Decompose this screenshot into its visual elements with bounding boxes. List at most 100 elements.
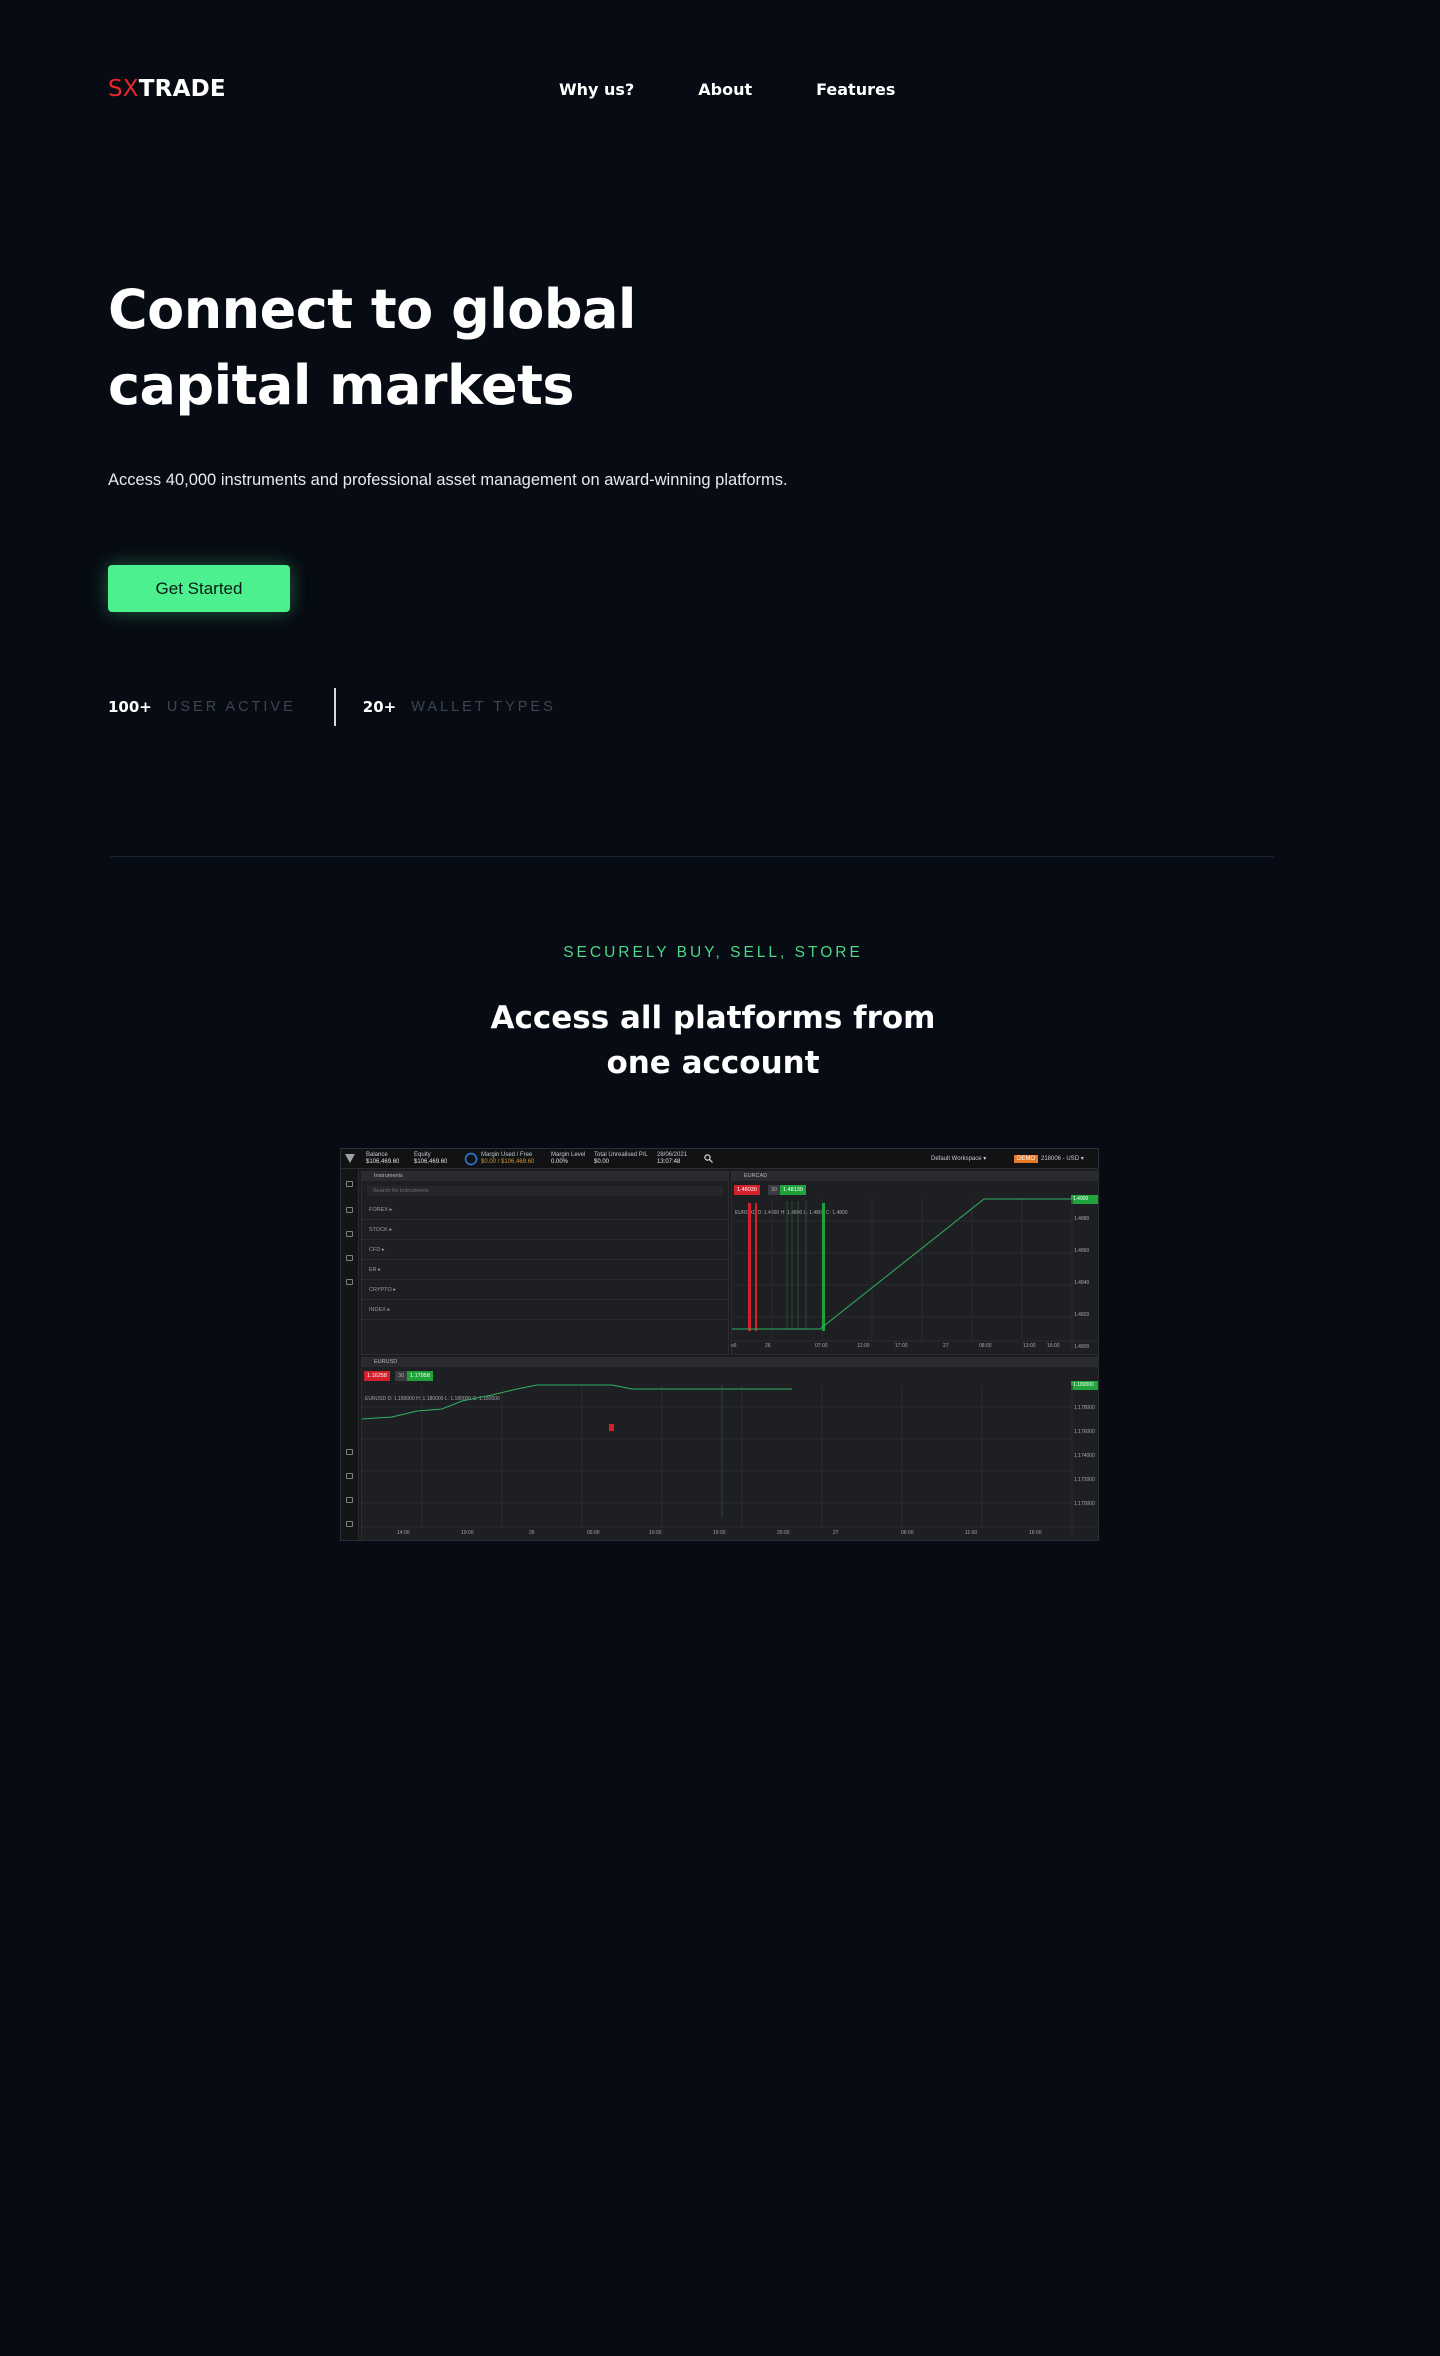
x-tick: 13:00 <box>1023 1343 1036 1349</box>
trade-marker <box>609 1424 614 1431</box>
stat-value: 20+ <box>362 698 397 716</box>
y-tick: 1.4880 <box>1074 1216 1090 1222</box>
instrument-search-input[interactable]: Search for Instruments <box>367 1186 723 1196</box>
stat-wallets: 20+ WALLET TYPES <box>363 698 556 716</box>
add-icon[interactable] <box>346 1181 353 1187</box>
instruments-title: Instruments <box>362 1172 728 1181</box>
theme-icon[interactable] <box>346 1473 353 1479</box>
y-tick: 1.4820 <box>1074 1312 1090 1318</box>
eurcad-chart <box>732 1198 1098 1351</box>
x-tick: 07:00 <box>815 1343 828 1349</box>
x-tick: 15:00 <box>713 1530 726 1536</box>
settings-icon[interactable] <box>346 1449 353 1455</box>
pnl-label: Total Unrealised P/L <box>594 1152 648 1158</box>
logo-suffix: TRADE <box>138 76 226 102</box>
chat-icon[interactable] <box>346 1497 353 1503</box>
chart-title: EURCAD <box>732 1172 1098 1181</box>
get-started-button[interactable]: Get Started <box>108 565 290 612</box>
margin-level-value: 0.00% <box>551 1159 569 1165</box>
search-icon[interactable] <box>704 1154 713 1163</box>
instrument-category-index[interactable]: INDEX ▸ <box>362 1300 728 1320</box>
y-tick: 1.4840 <box>1074 1280 1090 1286</box>
account-summary-bar: Balance $106,469.60 Equity $106,469.60 Mar… <box>341 1149 1098 1169</box>
instruments-panel: Instruments Search for Instruments FOREX… <box>361 1171 729 1355</box>
instrument-category-cfd[interactable]: CFD ▸ <box>362 1240 728 1260</box>
menu-logo-icon <box>345 1154 355 1163</box>
section-kicker: SECURELY BUY, SELL, STORE <box>563 944 863 961</box>
wallet-icon[interactable] <box>346 1255 353 1261</box>
x-tick: 12:00 <box>857 1343 870 1349</box>
x-tick: o6 <box>731 1343 737 1349</box>
x-tick: 19:00 <box>461 1530 474 1536</box>
stat-divider <box>333 688 336 726</box>
y-tick: 1.178000 <box>1074 1405 1095 1411</box>
instrument-category-crypto[interactable]: CRYPTO ▸ <box>362 1280 728 1300</box>
x-tick: 14:00 <box>397 1530 410 1536</box>
pnl-value: $0.00 <box>594 1159 610 1165</box>
y-tick: 1.4800 <box>1074 1344 1090 1350</box>
eurusd-chart-panel: EURUSD 1.16258 30 1.17958 EURUSD D: 1.18… <box>361 1357 1098 1540</box>
x-tick: 27 <box>943 1343 949 1349</box>
margin-label: Margin Used / Free <box>481 1152 533 1158</box>
section-divider <box>110 856 1274 857</box>
instrument-category-er[interactable]: ER ▸ <box>362 1260 728 1280</box>
margin-level-label: Margin Level <box>551 1152 586 1158</box>
x-tick: 16:00 <box>1029 1530 1042 1536</box>
hero-title: Connect to global capital markets <box>108 272 808 424</box>
chart-icon[interactable] <box>346 1231 353 1237</box>
eurusd-chart <box>362 1384 1098 1537</box>
y-tick: 1.170000 <box>1074 1501 1095 1507</box>
message-icon[interactable] <box>346 1521 353 1527</box>
instrument-category-stock[interactable]: STOCK ▸ <box>362 1220 728 1240</box>
candle-red <box>748 1203 751 1331</box>
margin-value: $0.00 / $106,469.60 <box>481 1159 535 1165</box>
stat-label: WALLET TYPES <box>411 699 556 715</box>
nav-link-about[interactable]: About <box>698 80 752 99</box>
eurcad-chart-panel: EURCAD 1.48030 30 1.48130 EURCAD D: 1.48… <box>731 1171 1098 1355</box>
bell-icon[interactable] <box>346 1279 353 1285</box>
nav-link-why-us[interactable]: Why us? <box>559 80 634 99</box>
margin-ring-icon <box>464 1152 478 1166</box>
workspace-select[interactable]: Default Workspace ▾ <box>931 1156 986 1163</box>
nav-links: Why us? About Features <box>559 80 895 99</box>
hero-title-line-1: Connect to global <box>108 278 636 341</box>
equity-label: Equity <box>414 1152 431 1158</box>
demo-badge: DEMO <box>1014 1155 1038 1163</box>
section-title: Access all platforms from one account <box>490 1000 936 1081</box>
nav-link-features[interactable]: Features <box>816 80 895 99</box>
x-tick: 20:00 <box>777 1530 790 1536</box>
stats-row: 100+ USER ACTIVE 20+ WALLET TYPES <box>108 688 556 726</box>
price-line <box>362 1384 792 1420</box>
y-tick: 1.172000 <box>1074 1477 1095 1483</box>
window-icon[interactable] <box>346 1207 353 1213</box>
hero-subtitle: Access 40,000 instruments and profession… <box>108 471 788 489</box>
balance-value: $106,469.60 <box>366 1159 400 1165</box>
chart-title: EURUSD <box>362 1358 1098 1367</box>
x-tick: 10:00 <box>649 1530 662 1536</box>
candle-green <box>822 1203 825 1331</box>
candle-red <box>755 1203 757 1331</box>
stat-users: 100+ USER ACTIVE <box>108 698 296 716</box>
y-tick: 1.4860 <box>1074 1248 1090 1254</box>
account-select[interactable]: 218006 - USD ▾ <box>1041 1156 1084 1163</box>
balance-label: Balance <box>366 1152 388 1158</box>
x-tick: 26 <box>765 1343 771 1349</box>
hero-title-line-2: capital markets <box>108 354 575 417</box>
x-tick: 11:00 <box>965 1530 978 1536</box>
equity-value: $106,469.60 <box>414 1159 448 1165</box>
x-tick: 05:00 <box>587 1530 600 1536</box>
logo[interactable]: SXTRADE <box>108 76 226 102</box>
stat-value: 100+ <box>108 698 152 716</box>
price-line <box>732 1198 1072 1330</box>
time-value: 13:07:48 <box>657 1159 681 1165</box>
y-tick: 1.174000 <box>1074 1453 1095 1459</box>
instrument-category-forex[interactable]: FOREX ▸ <box>362 1200 728 1220</box>
x-tick: 16:00 <box>1047 1343 1060 1349</box>
y-tick: 1.176000 <box>1074 1429 1095 1435</box>
logo-prefix: SX <box>108 76 139 102</box>
tool-sidebar <box>341 1169 359 1540</box>
x-tick: 26 <box>529 1530 535 1536</box>
x-tick: 27 <box>833 1530 839 1536</box>
top-nav: SXTRADE Why us? About Features <box>108 76 1332 106</box>
x-tick: 06:00 <box>901 1530 914 1536</box>
